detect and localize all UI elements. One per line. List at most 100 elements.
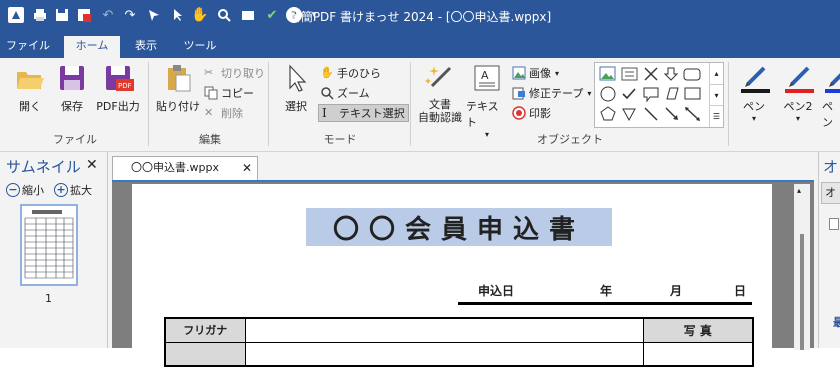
magnifier-icon — [320, 86, 334, 100]
photo-label-cell: 写 真 — [642, 317, 754, 343]
group-separator — [148, 62, 149, 146]
tab-tools[interactable]: ツール — [176, 36, 224, 58]
correction-tape-label: 修正テープ — [529, 87, 584, 100]
document-area: 〇〇申込書.wppx ✕ 〇〇会員申込書 申込日 年 月 日 フリガナ 写 真 — [108, 152, 818, 367]
date-underline — [458, 302, 752, 305]
delete-x-icon: ✕ — [204, 106, 214, 119]
text-select-mode-label: テキスト選択 — [339, 107, 405, 120]
scrollbar-thumb[interactable] — [800, 234, 804, 350]
cut-label: 切り取り — [221, 67, 265, 80]
gallery-scroll-up-icon[interactable]: ▴ — [709, 63, 723, 84]
shape-rectangle-icon[interactable] — [684, 87, 701, 100]
delete-label: 削除 — [221, 107, 243, 120]
month-label: 月 — [670, 284, 683, 298]
save-label: 保存 — [61, 100, 83, 113]
shape-cross-icon[interactable] — [644, 67, 658, 81]
shape-rounded-rect-icon[interactable] — [683, 68, 701, 81]
document-tab[interactable]: 〇〇申込書.wppx ✕ — [112, 156, 258, 180]
scissors-icon: ✂ — [204, 66, 214, 79]
text-dropdown-icon[interactable]: ▾ — [485, 130, 489, 139]
pen2-button[interactable]: ペン2 ▾ — [780, 62, 816, 123]
hand-mode-label: 手のひら — [337, 67, 381, 80]
object-group-label: オブジェクト — [537, 133, 603, 146]
pdf-output-button[interactable]: PDF PDF出力 — [94, 62, 142, 114]
gallery-expand-icon[interactable]: ☰ — [709, 105, 723, 127]
tab-view[interactable]: 表示 — [124, 36, 168, 58]
paste-button[interactable]: 貼り付け — [154, 62, 202, 114]
close-document-icon[interactable]: ✕ — [242, 157, 252, 179]
image-button[interactable]: 画像 ▾ — [512, 64, 559, 82]
shape-gallery: ▴ ▾ ☰ — [594, 62, 724, 128]
shape-pentagon-icon[interactable] — [600, 106, 616, 121]
tab-home[interactable]: ホーム — [64, 36, 120, 58]
enlarge-label: 拡大 — [70, 184, 92, 197]
right-panel-title: オ — [823, 158, 839, 176]
shape-textbox-icon[interactable] — [621, 67, 638, 81]
pen1-button[interactable]: ペン ▾ — [736, 62, 772, 123]
pen2-label: ペン2 — [783, 100, 813, 113]
page-thumbnail[interactable] — [20, 204, 78, 286]
pen2-dropdown-icon[interactable]: ▾ — [796, 114, 800, 123]
correction-tape-button[interactable]: 修正テープ ▾ — [512, 84, 591, 102]
title-bar: ↶ ↷ ✋ ✔ ? ▾ 瞬簡PDF 書けまっせ 2024 - [〇〇申込書.wp… — [0, 0, 840, 32]
shape-image-icon[interactable] — [599, 66, 616, 81]
vertical-scrollbar[interactable]: ▴ — [794, 184, 810, 350]
shape-diagonal-line-icon[interactable] — [644, 107, 658, 121]
open-label: 開く — [19, 100, 41, 113]
correction-tape-dropdown-icon[interactable]: ▾ — [587, 89, 591, 98]
cut-button[interactable]: ✂ 切り取り — [204, 64, 265, 82]
shape-parallelogram-icon[interactable] — [666, 87, 679, 100]
select-mode-button[interactable]: 選択 — [278, 62, 314, 114]
enlarge-button[interactable]: + 拡大 — [54, 182, 92, 198]
page-number-label: 1 — [45, 292, 52, 305]
document-heading-text: 〇〇会員申込書 — [332, 214, 585, 245]
copy-button[interactable]: コピー — [204, 84, 254, 102]
open-button[interactable]: 開く — [12, 62, 48, 114]
application-date-label: 申込日 — [478, 284, 515, 298]
tab-file[interactable]: ファイル — [4, 36, 52, 58]
stamp-button[interactable]: 印影 — [512, 104, 551, 122]
text-select-mode-button[interactable]: I テキスト選択 — [318, 104, 409, 122]
day-label: 日 — [734, 284, 747, 298]
shape-double-arrow-icon[interactable] — [685, 107, 700, 121]
shape-down-arrow-icon[interactable] — [663, 67, 679, 81]
hand-mode-button[interactable]: ✋ 手のひら — [320, 64, 381, 82]
shape-circle-icon[interactable] — [600, 86, 616, 102]
scroll-up-icon[interactable]: ▴ — [797, 186, 801, 195]
delete-button[interactable]: ✕ 削除 — [204, 104, 243, 122]
ocr-label-line2: 自動認識 — [418, 111, 462, 124]
shape-check-icon[interactable] — [622, 88, 636, 100]
zoom-mode-button[interactable]: ズーム — [320, 84, 370, 102]
group-separator — [728, 62, 729, 146]
image-dropdown-icon[interactable]: ▾ — [555, 69, 559, 78]
save-button[interactable]: 保存 — [54, 62, 90, 114]
thumbnail-panel: サムネイル ✕ − 縮小 + 拡大 1 — [0, 152, 108, 348]
shape-arrow-line-icon[interactable] — [665, 107, 678, 120]
ocr-button[interactable]: 文書 自動認識 — [414, 62, 466, 124]
ribbon: 開く 保存 PDF PDF出力 ファイル 貼り付け ✂ 切り取り コピー ✕ 削除 … — [0, 58, 840, 152]
document-page: 〇〇会員申込書 申込日 年 月 日 フリガナ 写 真 — [132, 184, 772, 367]
pen1-dropdown-icon[interactable]: ▾ — [752, 114, 756, 123]
application-form-table: フリガナ 写 真 — [164, 317, 754, 367]
shrink-button[interactable]: − 縮小 — [6, 182, 44, 198]
copy-label: コピー — [221, 87, 254, 100]
photo-label: 写 真 — [683, 323, 712, 338]
pen3-button[interactable]: ペン — [822, 62, 840, 130]
text-button[interactable]: A テキスト ▾ — [466, 62, 508, 139]
document-view: 〇〇会員申込書 申込日 年 月 日 フリガナ 写 真 ▴ — [112, 180, 814, 367]
shape-triangle-icon[interactable] — [622, 108, 636, 122]
gallery-scroll-down-icon[interactable]: ▾ — [709, 84, 723, 105]
name-input-cell[interactable] — [244, 341, 644, 367]
furigana-input-cell[interactable] — [244, 317, 644, 343]
right-panel-checkbox[interactable] — [829, 218, 839, 230]
close-panel-icon[interactable]: ✕ — [86, 157, 98, 173]
cursor-arrow-icon — [280, 62, 312, 94]
image-label: 画像 — [529, 67, 551, 80]
zoom-mode-label: ズーム — [337, 87, 370, 100]
year-label: 年 — [600, 284, 613, 298]
right-panel-tab[interactable]: オ — [821, 182, 840, 204]
shape-callout-icon[interactable] — [643, 87, 659, 103]
group-separator — [410, 62, 411, 146]
hand-icon: ✋ — [320, 66, 334, 79]
document-heading[interactable]: 〇〇会員申込書 — [306, 208, 612, 246]
